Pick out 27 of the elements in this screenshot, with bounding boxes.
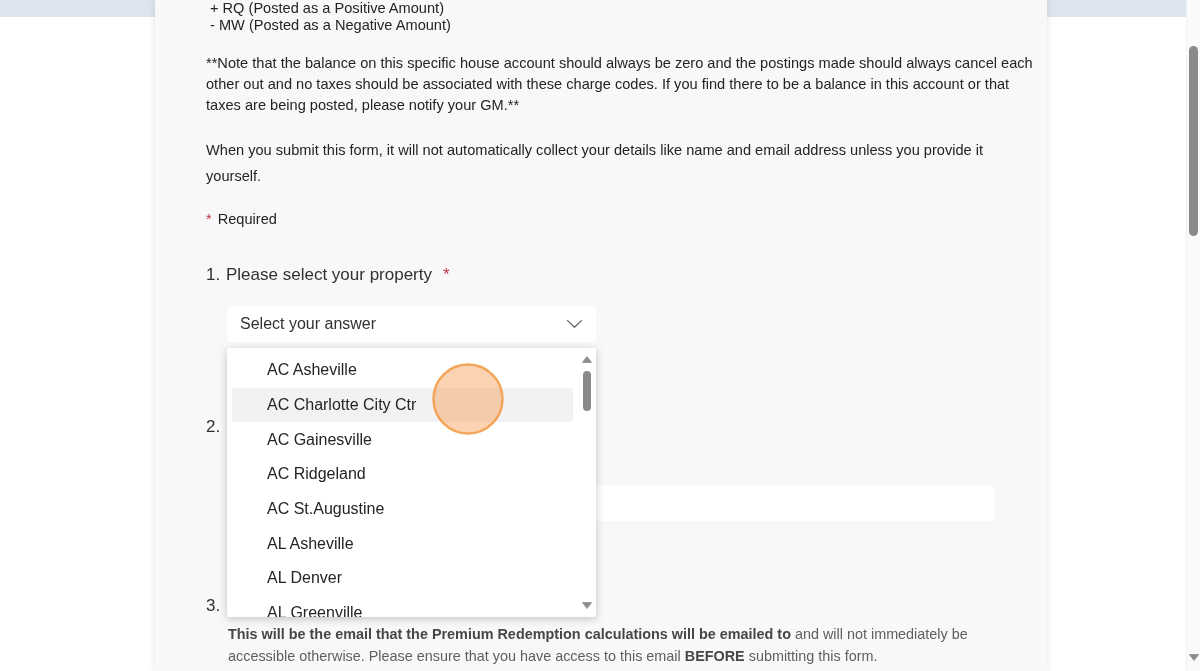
- question-number: 2.: [206, 416, 222, 438]
- dropdown-option[interactable]: AC Asheville: [232, 353, 573, 388]
- scroll-up-arrow-icon[interactable]: [582, 356, 592, 363]
- privacy-notice: When you submit this form, it will not automatically collect your details like name and email address unless you provide it yourself.: [206, 141, 985, 186]
- scroll-down-arrow-icon[interactable]: [582, 602, 592, 609]
- required-label: Required: [217, 210, 277, 229]
- note-paragraph: **Note that the balance on this specific house account should always be zero and the postings made should always cancel each other out and no taxes should be associated with these charge codes. If you find there to be a balance in this account or that taxes are being posted, please notify your GM.**: [206, 54, 1034, 115]
- body-text: - MW (Posted as a Negative Amount): [209, 17, 451, 34]
- dropdown-option[interactable]: AC Ridgeland: [232, 457, 573, 492]
- question-title: Please select your property: [226, 264, 432, 286]
- scrollbar-thumb[interactable]: [1189, 46, 1198, 236]
- dropdown-option[interactable]: AL Denver: [232, 561, 573, 596]
- click-indicator-icon: [432, 363, 504, 435]
- dropdown-option[interactable]: AC Gainesville: [232, 422, 573, 458]
- body-text: + RQ (Posted as a Positive Amount): [209, 0, 444, 17]
- question-number: 1.: [206, 264, 222, 286]
- scroll-down-arrow-icon[interactable]: [1188, 654, 1199, 661]
- dropdown-option[interactable]: AC Charlotte City Ctr: [232, 387, 573, 423]
- question-number: 3.: [206, 595, 222, 617]
- question-description: This will be the email that the Premium Redemption calculations will be emailed to and will not immediately be accessible otherwise. Please ensure that you have access to this email BEFORE submitting this form.: [228, 625, 969, 666]
- required-asterisk: *: [443, 264, 450, 286]
- dropdown-option[interactable]: AC St.Augustine: [232, 491, 573, 527]
- required-asterisk: *: [206, 210, 212, 229]
- list-scrollbar-thumb[interactable]: [583, 371, 591, 411]
- dropdown-option[interactable]: AL Asheville: [232, 526, 573, 562]
- chevron-down-icon: [567, 320, 582, 328]
- property-select[interactable]: Select your answer: [227, 306, 596, 342]
